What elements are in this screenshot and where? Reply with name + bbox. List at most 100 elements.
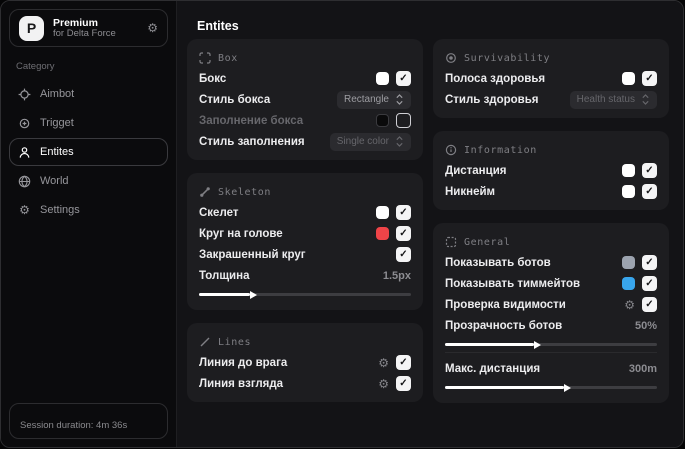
setting-row-box: Бокс ✓	[199, 68, 411, 89]
trigger-crosshair-icon	[18, 117, 31, 130]
max-distance-slider[interactable]	[445, 383, 657, 392]
color-swatch[interactable]	[622, 72, 635, 85]
card-skeleton: Skeleton Скелет ✓ Круг на голове ✓ Закра…	[187, 173, 423, 310]
unfold-icon	[396, 94, 403, 105]
brand-logo: P	[19, 15, 44, 41]
health-target-icon	[445, 52, 457, 64]
checkbox-checked[interactable]: ✓	[642, 276, 657, 291]
checkbox-checked[interactable]: ✓	[642, 184, 657, 199]
main-panel: Entites Box Бокс ✓ Стиль бокса Rectangle…	[177, 1, 683, 447]
page-title: Entites	[197, 19, 239, 33]
sidebar-item-label: Entites	[40, 146, 74, 158]
slider-thumb[interactable]	[563, 383, 571, 392]
checkbox-unchecked[interactable]	[396, 113, 411, 128]
row-settings-icon[interactable]: ⚙	[378, 378, 389, 390]
setting-row-show-teammates: Показывать тиммейтов ✓	[445, 273, 657, 294]
setting-row-head-circle: Круг на голове ✓	[199, 223, 411, 244]
brand-subtitle: for Delta Force	[53, 27, 116, 39]
app-window: P Premium for Delta Force ⚙ Category Aim…	[0, 0, 684, 448]
color-swatch[interactable]	[376, 227, 389, 240]
setting-row-thickness: Толщина 1.5px	[199, 265, 411, 299]
person-icon	[18, 146, 31, 159]
slider-thumb[interactable]	[249, 290, 257, 299]
checkbox-checked[interactable]: ✓	[396, 226, 411, 241]
slider-value: 300m	[628, 362, 657, 375]
color-swatch[interactable]	[622, 277, 635, 290]
card-box: Box Бокс ✓ Стиль бокса Rectangle Заполне…	[187, 39, 423, 160]
checkbox-checked[interactable]: ✓	[642, 71, 657, 86]
setting-row-view-line: Линия взгляда ⚙ ✓	[199, 373, 411, 394]
checkbox-checked[interactable]: ✓	[642, 255, 657, 270]
bots-opacity-slider[interactable]	[445, 340, 657, 349]
sidebar-item-label: Trigget	[40, 117, 74, 129]
card-survivability: Survivability Полоса здоровья ✓ Стиль зд…	[433, 39, 669, 118]
thickness-slider[interactable]	[199, 290, 411, 299]
unfold-icon	[396, 136, 403, 147]
setting-row-filled-circle: Закрашенный круг ✓	[199, 244, 411, 265]
checkbox-checked[interactable]: ✓	[396, 247, 411, 262]
category-label: Category	[16, 61, 55, 72]
fill-style-select[interactable]: Single color	[329, 132, 411, 151]
slider-thumb[interactable]	[534, 340, 542, 349]
color-swatch[interactable]	[376, 72, 389, 85]
setting-row-max-distance: Макс. дистанция 300m	[445, 352, 657, 392]
card-title: Survivability	[464, 52, 551, 64]
box-style-select[interactable]: Rectangle	[336, 90, 411, 109]
sidebar: P Premium for Delta Force ⚙ Category Aim…	[1, 1, 177, 447]
checkbox-checked[interactable]: ✓	[396, 376, 411, 391]
sidebar-item-trigget[interactable]: Trigget	[9, 109, 168, 137]
setting-row-enemy-line: Линия до врага ⚙ ✓	[199, 352, 411, 373]
row-settings-icon[interactable]: ⚙	[624, 299, 635, 311]
brand-title: Premium	[53, 16, 98, 29]
unfold-icon	[642, 94, 649, 105]
sidebar-item-world[interactable]: World	[9, 167, 168, 195]
card-title: Information	[464, 144, 537, 156]
grid-icon	[445, 236, 457, 248]
setting-row-health-bar: Полоса здоровья ✓	[445, 68, 657, 89]
checkbox-checked[interactable]: ✓	[396, 71, 411, 86]
globe-icon	[18, 175, 31, 188]
session-duration: Session duration: 4m 36s	[9, 403, 168, 439]
sidebar-item-settings[interactable]: ⚙ Settings	[9, 196, 168, 224]
brand-card: P Premium for Delta Force ⚙	[9, 9, 168, 47]
card-title: Skeleton	[218, 186, 271, 198]
sidebar-nav: Aimbot Trigget Entites World ⚙ Settings	[9, 80, 168, 224]
color-swatch[interactable]	[376, 114, 389, 127]
setting-row-box-style: Стиль бокса Rectangle	[199, 89, 411, 110]
card-lines: Lines Линия до врага ⚙ ✓ Линия взгляда ⚙…	[187, 323, 423, 402]
slider-value: 1.5px	[382, 269, 411, 282]
setting-row-nickname: Никнейм ✓	[445, 181, 657, 202]
health-style-select[interactable]: Health status	[569, 90, 657, 109]
slider-value: 50%	[634, 319, 657, 332]
card-title: General	[464, 236, 511, 248]
setting-row-show-bots: Показывать ботов ✓	[445, 252, 657, 273]
box-corners-icon	[199, 52, 211, 64]
setting-row-box-fill: Заполнение бокса	[199, 110, 411, 131]
checkbox-checked[interactable]: ✓	[642, 163, 657, 178]
gear-icon: ⚙	[19, 203, 30, 217]
color-swatch[interactable]	[376, 206, 389, 219]
color-swatch[interactable]	[622, 256, 635, 269]
card-title: Lines	[218, 336, 252, 348]
color-swatch[interactable]	[622, 164, 635, 177]
brand-settings-icon[interactable]: ⚙	[147, 21, 158, 35]
bone-icon	[199, 186, 211, 198]
info-icon	[445, 144, 457, 156]
sidebar-item-label: World	[40, 175, 69, 187]
setting-row-bots-opacity: Прозрачность ботов 50%	[445, 315, 657, 349]
setting-row-visibility-check: Проверка видимости ⚙ ✓	[445, 294, 657, 315]
row-settings-icon[interactable]: ⚙	[378, 357, 389, 369]
sidebar-item-label: Aimbot	[40, 88, 75, 100]
card-information: Information Дистанция ✓ Никнейм ✓	[433, 131, 669, 210]
color-swatch[interactable]	[622, 185, 635, 198]
checkbox-checked[interactable]: ✓	[396, 355, 411, 370]
crosshair-icon	[18, 88, 31, 101]
checkbox-checked[interactable]: ✓	[642, 297, 657, 312]
card-title: Box	[218, 52, 238, 64]
card-general: General Показывать ботов ✓ Показывать ти…	[433, 223, 669, 403]
sidebar-item-aimbot[interactable]: Aimbot	[9, 80, 168, 108]
line-icon	[199, 336, 211, 348]
sidebar-item-entites[interactable]: Entites	[9, 138, 168, 166]
checkbox-checked[interactable]: ✓	[396, 205, 411, 220]
setting-row-skeleton: Скелет ✓	[199, 202, 411, 223]
